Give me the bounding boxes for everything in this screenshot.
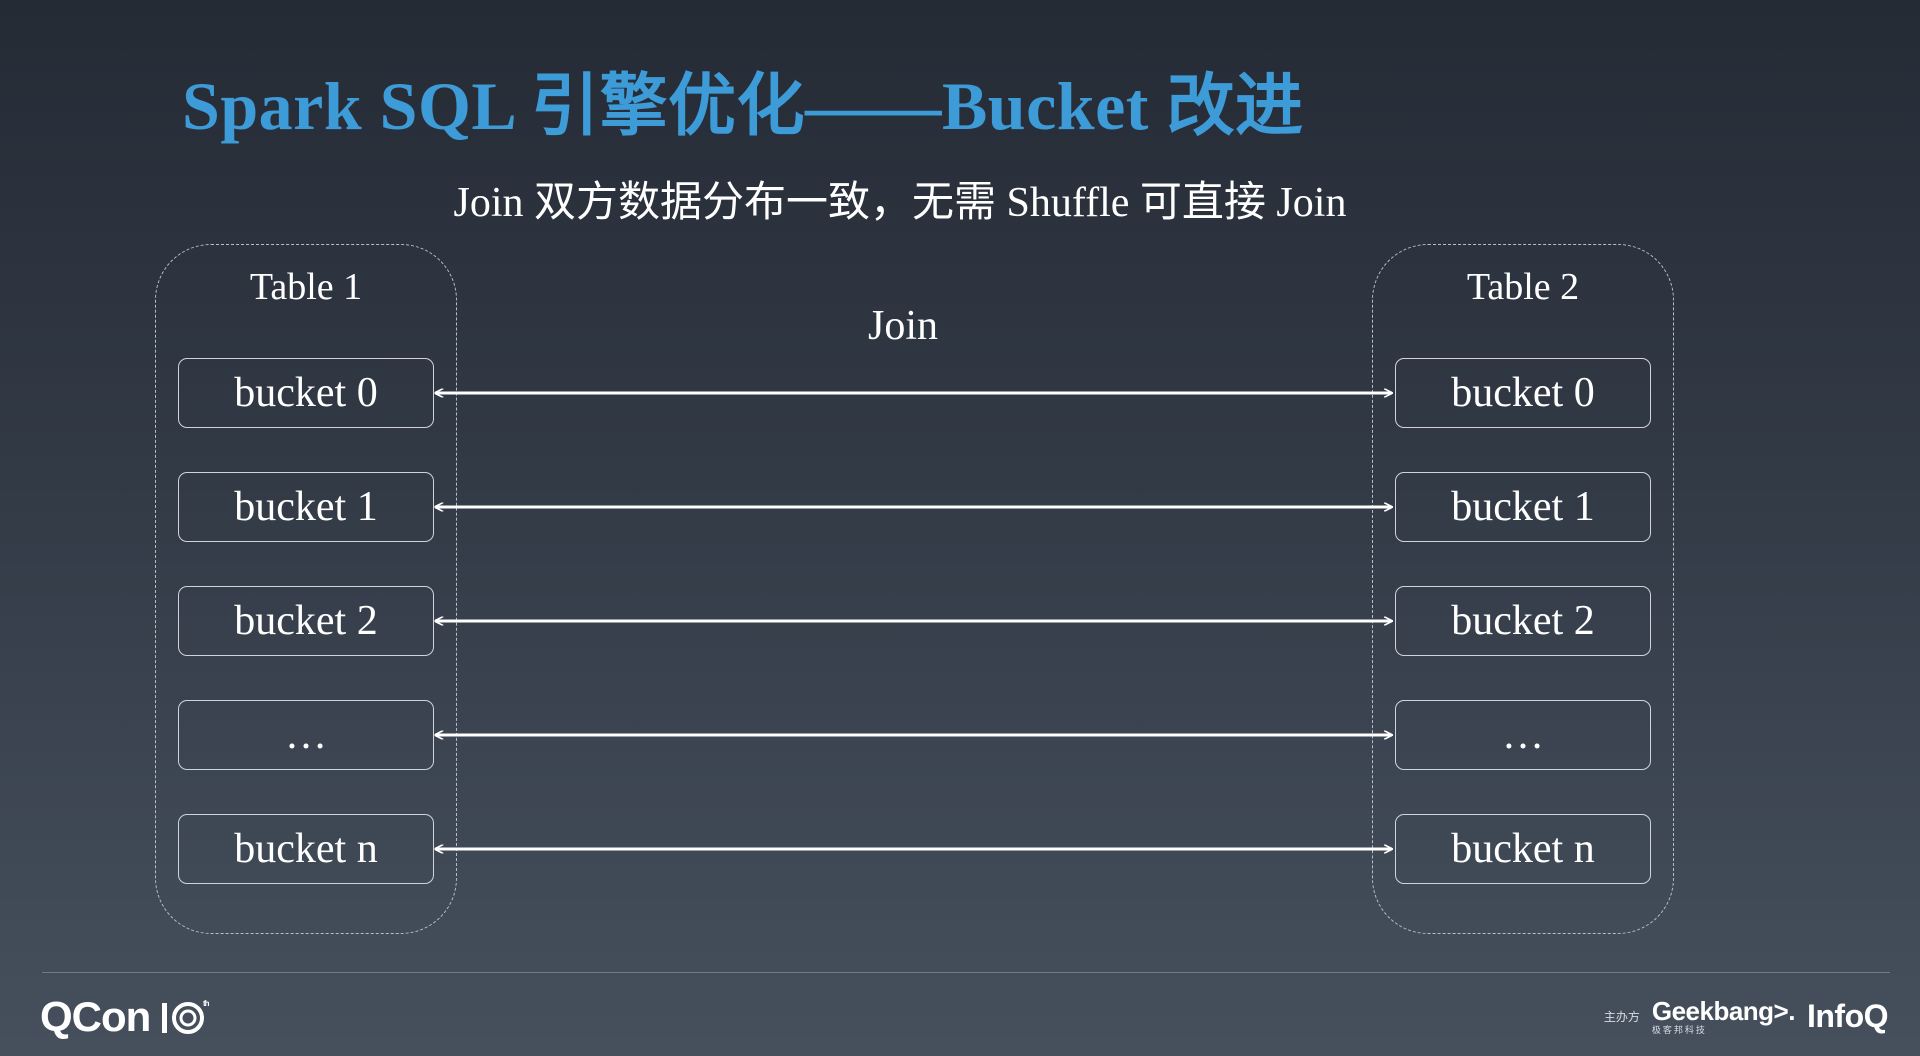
sponsor-host-label: 主办方: [1603, 1009, 1640, 1024]
footer-divider: [42, 972, 1890, 973]
anniversary-10-icon: th: [160, 997, 212, 1037]
geekbang-logo: Geekbang>. 极客邦科技: [1651, 995, 1796, 1035]
sponsor-logos: 主办方 Geekbang>. 极客邦科技 InfoQ: [1603, 994, 1889, 1038]
join-arrows: [0, 0, 1920, 1056]
infoq-logo: InfoQ: [1806, 997, 1889, 1034]
svg-text:th: th: [203, 999, 210, 1008]
geekbang-logo-subtext: 极客邦科技: [1651, 1024, 1707, 1035]
qcon-logo: QCon th: [40, 992, 212, 1042]
qcon-logo-text: QCon: [40, 993, 151, 1040]
geekbang-logo-text: Geekbang>.: [1651, 995, 1796, 1026]
